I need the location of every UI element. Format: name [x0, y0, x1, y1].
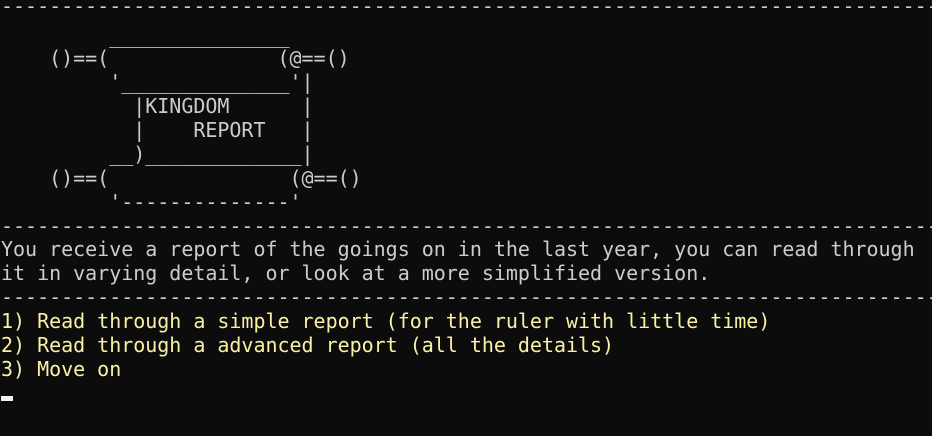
- banner-art-line-4: |KINGDOM |: [1, 94, 314, 118]
- banner-art-line-3: '______________'|: [1, 70, 314, 94]
- lower-separator: ----------------------------------------…: [1, 285, 932, 309]
- middle-separator: ----------------------------------------…: [1, 214, 932, 238]
- banner-art-line-2: ()==( (@==(): [1, 46, 350, 70]
- banner-art-line-5: | REPORT |: [1, 118, 314, 142]
- console-window[interactable]: ----------------------------------------…: [0, 0, 932, 436]
- description-line-2: it in varying detail, or look at a more …: [1, 261, 711, 285]
- banner-art-line-8: '--------------': [1, 190, 302, 214]
- input-cursor[interactable]: [1, 396, 13, 401]
- banner-art-line-1: _______________: [1, 24, 290, 48]
- banner-art-line-6: __)_____________|: [1, 142, 314, 166]
- menu-option-advanced-report[interactable]: 2) Read through a advanced report (all t…: [1, 333, 614, 357]
- menu-option-move-on[interactable]: 3) Move on: [1, 357, 121, 381]
- top-separator: ----------------------------------------…: [1, 0, 932, 18]
- description-line-1: You receive a report of the goings on in…: [1, 237, 915, 261]
- menu-option-simple-report[interactable]: 1) Read through a simple report (for the…: [1, 309, 770, 333]
- banner-art-line-7: ()==( (@==(): [1, 166, 362, 190]
